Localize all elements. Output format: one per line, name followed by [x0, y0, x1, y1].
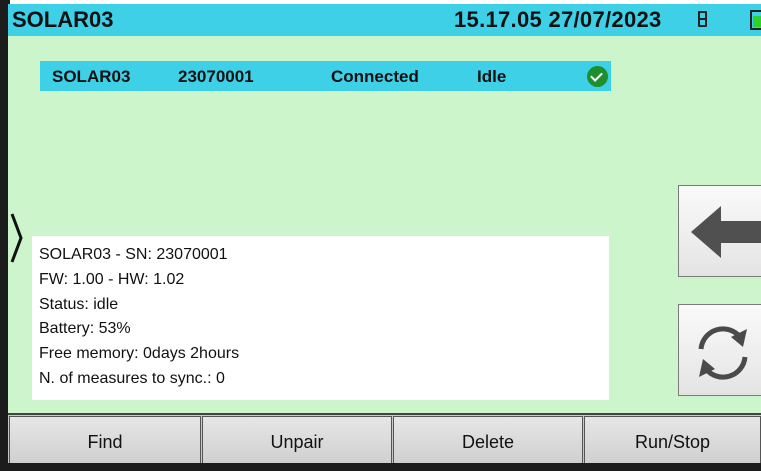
refresh-icon: [698, 326, 748, 380]
info-serial: SOLAR03 - SN: 23070001: [39, 246, 228, 263]
refresh-button[interactable]: [678, 304, 761, 396]
title-bar: SOLAR03 15.17.05 27/07/2023: [8, 4, 761, 36]
info-measures-to-sync: N. of measures to sync.: 0: [39, 370, 225, 387]
run-stop-button[interactable]: Run/Stop: [584, 416, 761, 466]
battery-level: [753, 16, 761, 27]
find-button[interactable]: Find: [9, 416, 201, 466]
bottom-toolbar: Find Unpair Delete Run/Stop: [8, 413, 761, 467]
arrow-left-icon: [691, 206, 761, 258]
memory-icon: [698, 11, 707, 27]
battery-icon: [750, 10, 761, 30]
device-serial: 23070001: [178, 67, 254, 86]
device-state: Idle: [477, 67, 507, 86]
screen: SOLAR03 15.17.05 27/07/2023 SOLAR03 2307…: [8, 4, 761, 471]
info-free-memory: Free memory: 0days 2hours: [39, 345, 240, 362]
chevron-right-icon[interactable]: [8, 212, 26, 264]
info-status: Status: idle: [39, 296, 119, 313]
page-title: SOLAR03: [12, 7, 114, 32]
info-firmware: FW: 1.00 - HW: 1.02: [39, 271, 185, 288]
device-frame-bottom: [0, 463, 761, 471]
device-name: SOLAR03: [52, 67, 131, 86]
datetime: 15.17.05 27/07/2023: [454, 7, 662, 32]
unpair-button[interactable]: Unpair: [202, 416, 392, 466]
info-battery: Battery: 53%: [39, 320, 131, 337]
delete-button[interactable]: Delete: [393, 416, 583, 466]
back-button[interactable]: [678, 185, 761, 277]
check-icon: [587, 66, 608, 87]
device-connection: Connected: [331, 67, 419, 86]
info-panel: SOLAR03 - SN: 23070001 FW: 1.00 - HW: 1.…: [32, 236, 609, 400]
device-row[interactable]: SOLAR03 23070001 Connected Idle: [40, 61, 611, 91]
